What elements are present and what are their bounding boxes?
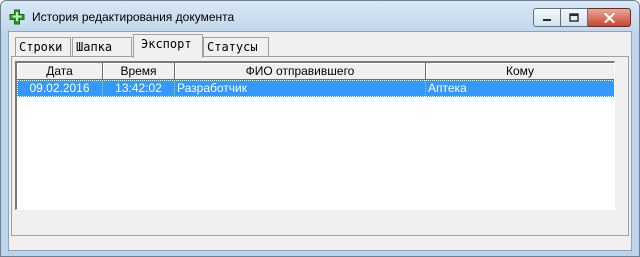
tab-export[interactable]: Экспорт <box>133 34 203 58</box>
tab-panel-export: Дата Время ФИО отправившего Кому 09.02.2… <box>11 56 629 236</box>
column-header-sender[interactable]: ФИО отправившего <box>175 63 426 80</box>
dialog-client-area: Строки Шапка Экспорт Статусы Дата Время … <box>8 31 632 251</box>
title-bar[interactable]: История редактирования документа <box>1 1 639 31</box>
table-row[interactable]: 09.02.2016 13:42:02 Разработчик Аптека <box>17 80 614 97</box>
cell-recipient: Аптека <box>426 80 614 97</box>
history-table[interactable]: Дата Время ФИО отправившего Кому 09.02.2… <box>15 61 615 210</box>
maximize-icon <box>569 13 579 22</box>
minimize-icon <box>543 18 551 21</box>
close-button[interactable] <box>588 8 631 27</box>
tab-lines[interactable]: Строки <box>15 37 71 57</box>
green-cross-icon <box>9 9 25 25</box>
column-header-recipient[interactable]: Кому <box>426 63 614 80</box>
cell-time: 13:42:02 <box>103 80 175 97</box>
cell-date: 09.02.2016 <box>17 80 103 97</box>
close-icon <box>603 12 615 23</box>
window-title: История редактирования документа <box>32 10 235 24</box>
tab-header[interactable]: Шапка <box>72 37 132 57</box>
minimize-button[interactable] <box>533 8 561 27</box>
app-window: История редактирования документа Строки … <box>0 0 640 257</box>
column-header-time[interactable]: Время <box>103 63 175 80</box>
column-header-date[interactable]: Дата <box>17 63 103 80</box>
table-header: Дата Время ФИО отправившего Кому <box>17 63 614 80</box>
tab-statuses[interactable]: Статусы <box>203 37 269 57</box>
maximize-button[interactable] <box>561 8 588 27</box>
cell-sender: Разработчик <box>175 80 426 97</box>
